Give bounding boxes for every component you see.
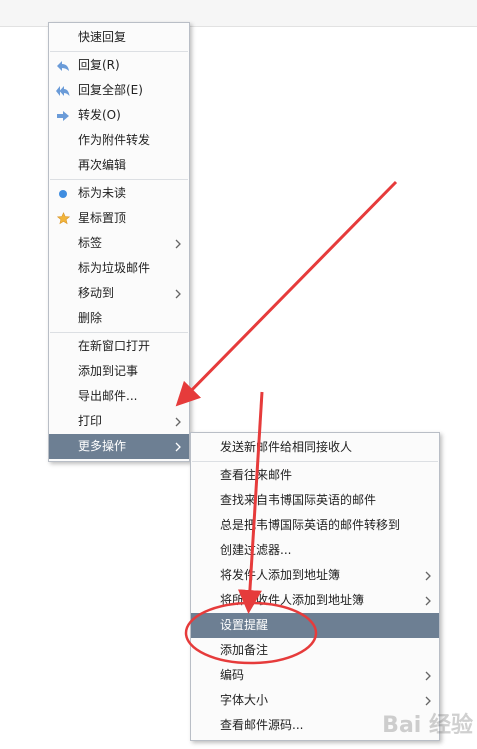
- submenu-item-add-note[interactable]: 添加备注: [191, 638, 439, 663]
- menu-item-label: 标签: [78, 236, 103, 250]
- menu-item-label: 创建过滤器...: [220, 543, 292, 557]
- star-icon: [56, 212, 70, 225]
- menu-item-label: 添加备注: [220, 643, 269, 657]
- menu-item-export-mail[interactable]: 导出邮件...: [49, 384, 189, 409]
- menu-item-label: 删除: [78, 311, 103, 325]
- menu-item-label: 快速回复: [78, 30, 127, 44]
- menu-item-label: 再次编辑: [78, 158, 127, 172]
- menu-item-reply-all[interactable]: 回复全部(E): [49, 78, 189, 103]
- menu-item-label: 回复(R): [78, 58, 120, 72]
- menu-item-star-pin[interactable]: 星标置顶: [49, 206, 189, 231]
- menu-item-open-new-window[interactable]: 在新窗口打开: [49, 334, 189, 359]
- unread-dot-icon: [56, 187, 70, 200]
- chevron-right-icon: [175, 281, 181, 306]
- chevron-right-icon: [425, 563, 431, 588]
- chevron-right-icon: [175, 231, 181, 256]
- menu-separator: [50, 332, 188, 333]
- submenu-item-view-correspondence[interactable]: 查看往来邮件: [191, 463, 439, 488]
- menu-item-move-to[interactable]: 移动到: [49, 281, 189, 306]
- menu-item-label: 将所有收件人添加到地址簿: [220, 593, 365, 607]
- chevron-right-icon: [425, 663, 431, 688]
- menu-item-tags[interactable]: 标签: [49, 231, 189, 256]
- menu-item-delete[interactable]: 删除: [49, 306, 189, 331]
- menu-item-forward[interactable]: 转发(O): [49, 103, 189, 128]
- submenu-item-encoding[interactable]: 编码: [191, 663, 439, 688]
- menu-item-label: 转发(O): [78, 108, 121, 122]
- menu-item-label: 标为垃圾邮件: [78, 261, 151, 275]
- menu-item-label: 回复全部(E): [78, 83, 143, 97]
- more-actions-submenu: 发送新邮件给相同接收人 查看往来邮件 查找来自韦博国际英语的邮件 总是把韦博国际…: [190, 432, 440, 741]
- menu-item-label: 添加到记事: [78, 364, 139, 378]
- reply-all-icon: [56, 84, 70, 97]
- menu-item-label: 编码: [220, 668, 245, 682]
- submenu-item-find-from-sender[interactable]: 查找来自韦博国际英语的邮件: [191, 488, 439, 513]
- menu-item-label: 作为附件转发: [78, 133, 151, 147]
- menu-item-label: 字体大小: [220, 693, 269, 707]
- menu-item-reply[interactable]: 回复(R): [49, 53, 189, 78]
- menu-item-label: 在新窗口打开: [78, 339, 151, 353]
- menu-item-add-to-notes[interactable]: 添加到记事: [49, 359, 189, 384]
- menu-item-quick-reply[interactable]: 快速回复: [49, 25, 189, 50]
- menu-item-label: 标为未读: [78, 186, 127, 200]
- reply-icon: [56, 59, 70, 72]
- menu-item-label: 星标置顶: [78, 211, 127, 225]
- menu-separator: [50, 51, 188, 52]
- menu-item-label: 打印: [78, 414, 103, 428]
- menu-item-print[interactable]: 打印: [49, 409, 189, 434]
- menu-item-label: 将发件人添加到地址簿: [220, 568, 341, 582]
- menu-item-label: 更多操作: [78, 439, 127, 453]
- menu-item-forward-as-attachment[interactable]: 作为附件转发: [49, 128, 189, 153]
- submenu-item-add-all-recipients[interactable]: 将所有收件人添加到地址簿: [191, 588, 439, 613]
- context-menu: 快速回复 回复(R) 回复全部(E) 转发(O) 作为附件转发 再次编辑 标为未…: [48, 22, 190, 462]
- chevron-right-icon: [175, 434, 181, 459]
- menu-item-more-actions[interactable]: 更多操作: [49, 434, 189, 459]
- menu-item-mark-spam[interactable]: 标为垃圾邮件: [49, 256, 189, 281]
- menu-item-label: 总是把韦博国际英语的邮件转移到: [220, 518, 401, 532]
- submenu-item-send-to-same-recipients[interactable]: 发送新邮件给相同接收人: [191, 435, 439, 460]
- chevron-right-icon: [425, 588, 431, 613]
- watermark: Bai 经验: [382, 713, 473, 738]
- menu-separator: [50, 179, 188, 180]
- submenu-item-create-filter[interactable]: 创建过滤器...: [191, 538, 439, 563]
- menu-item-label: 移动到: [78, 286, 115, 300]
- chevron-right-icon: [175, 409, 181, 434]
- menu-item-label: 导出邮件...: [78, 389, 138, 403]
- submenu-item-always-move[interactable]: 总是把韦博国际英语的邮件转移到: [191, 513, 439, 538]
- menu-separator: [192, 461, 438, 462]
- menu-item-label: 查找来自韦博国际英语的邮件: [220, 493, 377, 507]
- menu-item-label: 发送新邮件给相同接收人: [220, 440, 353, 454]
- annotation-arrow-diagonal: [175, 180, 398, 407]
- menu-item-label: 查看往来邮件: [220, 468, 293, 482]
- menu-item-label: 设置提醒: [220, 618, 269, 632]
- menu-item-label: 查看邮件源码...: [220, 718, 304, 732]
- menu-item-mark-unread[interactable]: 标为未读: [49, 181, 189, 206]
- submenu-item-add-sender-to-contacts[interactable]: 将发件人添加到地址簿: [191, 563, 439, 588]
- forward-icon: [56, 109, 70, 122]
- submenu-item-set-reminder[interactable]: 设置提醒: [191, 613, 439, 638]
- menu-item-edit-again[interactable]: 再次编辑: [49, 153, 189, 178]
